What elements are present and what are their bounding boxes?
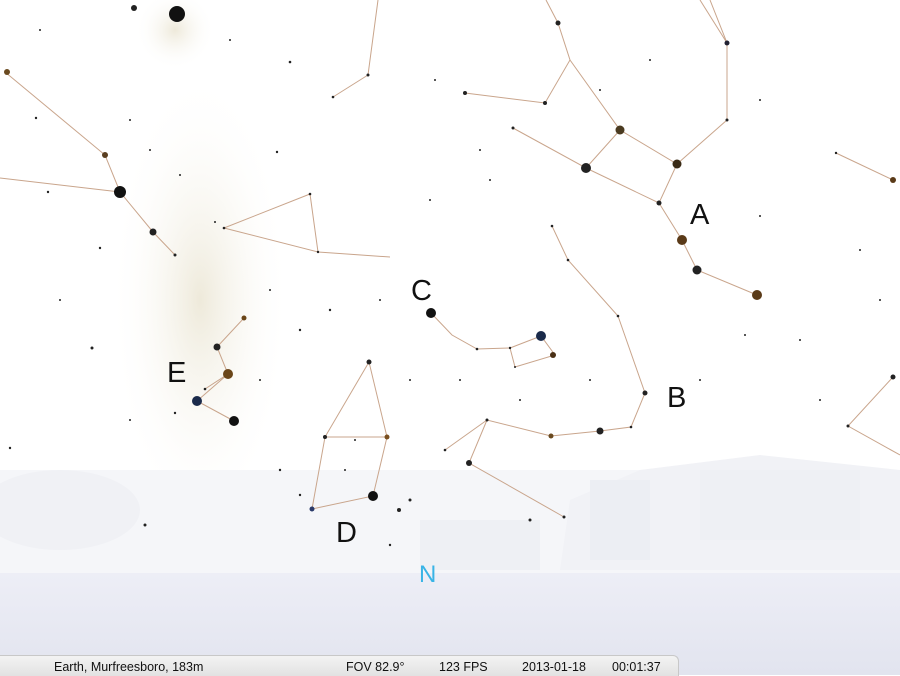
location-readout[interactable]: Earth, Murfreesboro, 183m [54,660,203,674]
date-readout[interactable]: 2013-01-18 [522,660,586,674]
fps-readout: 123 FPS [439,660,488,674]
cardinal-north-label: N [419,561,437,588]
milky-way-haze [110,0,290,530]
time-readout[interactable]: 00:01:37 [612,660,661,674]
sky-view[interactable] [0,0,900,675]
status-bar: Earth, Murfreesboro, 183m FOV 82.9° 123 … [0,655,679,676]
marker-label-a: A [690,199,710,231]
fov-readout: FOV 82.9° [346,660,405,674]
landscape [0,455,900,580]
marker-label-d: D [336,517,357,549]
marker-label-c: C [411,275,432,307]
marker-label-e: E [167,357,187,389]
marker-label-b: B [667,382,687,414]
